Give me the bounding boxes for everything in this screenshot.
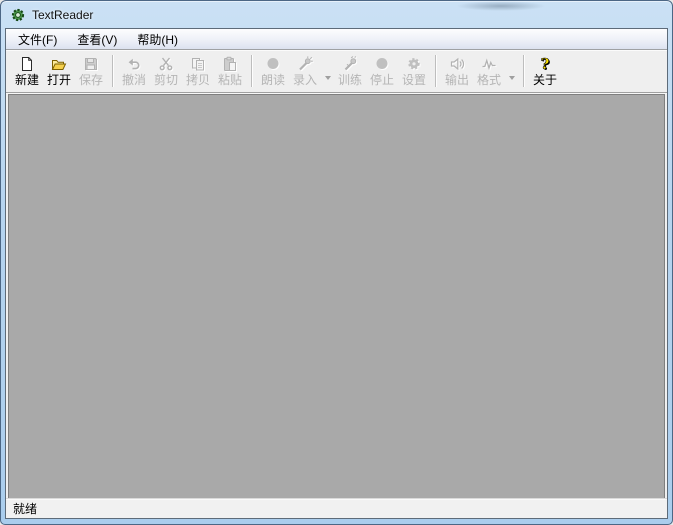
copy-pages-icon (190, 54, 206, 73)
toolbar-button-record: 录入 (289, 52, 321, 91)
toolbar-button-settings: 设置 (398, 52, 430, 91)
open-folder-icon (51, 54, 67, 73)
toolbar-separator (523, 55, 524, 87)
toolbar-button-undo: 撤消 (118, 52, 150, 91)
toolbar-button-label: 输出 (444, 73, 469, 87)
read-circle-icon (265, 54, 281, 73)
toolbar-button-label: 训练 (337, 73, 362, 87)
toolbar-button-label: 设置 (401, 73, 426, 87)
toolbar-button-label: 粘贴 (217, 73, 242, 87)
toolbar-button-label: 保存 (78, 73, 103, 87)
statusbar: 就绪 (6, 498, 667, 518)
toolbar-button-about[interactable]: ?? 关于 (529, 52, 561, 91)
toolbar-dropdown-record-dropdown (321, 52, 334, 91)
new-document-icon (19, 54, 35, 73)
toolbar-button-label: 朗读 (260, 73, 285, 87)
chevron-down-icon (324, 76, 331, 80)
toolbar-button-new[interactable]: 新建 (11, 52, 43, 91)
window-title: TextReader (32, 7, 94, 22)
toolbar-button-open[interactable]: 打开 (43, 52, 75, 91)
toolbar-button-train: 训练 (334, 52, 366, 91)
toolbar-button-label: 新建 (14, 73, 39, 87)
toolbar-button-cut: 剪切 (150, 52, 182, 91)
toolbar-button-label: 拷贝 (185, 73, 210, 87)
paste-clipboard-icon (222, 54, 238, 73)
train-mic-icon (342, 54, 358, 73)
save-floppy-icon (83, 54, 99, 73)
about-question-icon: ?? (537, 54, 553, 73)
menu-item-view[interactable]: 查看(V) (71, 29, 123, 50)
toolbar-separator (435, 55, 436, 87)
toolbar: 新建 打开 保存 撤消 剪切 拷贝 粘贴 朗读 录入 训练 停止 设置 输出 格式?? 关于 (6, 50, 667, 93)
toolbar-button-label: 关于 (532, 73, 557, 87)
client-area (8, 94, 665, 498)
toolbar-button-label: 停止 (369, 73, 394, 87)
toolbar-button-label: 录入 (292, 73, 317, 87)
undo-arrow-icon (126, 54, 142, 73)
toolbar-button-label: 撤消 (121, 73, 146, 87)
chevron-down-icon (508, 76, 515, 80)
toolbar-separator (112, 55, 113, 87)
status-text: 就绪 (13, 502, 38, 516)
menubar: 文件(F) 查看(V) 帮助(H) (6, 29, 667, 50)
audio-output-speaker-icon (449, 54, 465, 73)
toolbar-button-label: 格式 (476, 73, 501, 87)
app-window: TextReader 文件(F) 查看(V) 帮助(H) 新建 打开 保存 撤消 剪切 拷贝粘… (0, 0, 673, 525)
toolbar-button-save: 保存 (75, 52, 107, 91)
toolbar-separator (251, 55, 252, 87)
toolbar-button-output: 输出 (441, 52, 473, 91)
toolbar-button-format: 格式 (473, 52, 505, 91)
toolbar-button-read-aloud: 朗读 (257, 52, 289, 91)
toolbar-button-copy: 拷贝 (182, 52, 214, 91)
titlebar[interactable]: TextReader (1, 1, 672, 28)
format-waveform-icon (481, 54, 497, 73)
cut-scissors-icon (158, 54, 174, 73)
toolbar-button-label: 打开 (46, 73, 71, 87)
toolbar-dropdown-format-dropdown (505, 52, 518, 91)
menu-item-help[interactable]: 帮助(H) (131, 29, 184, 50)
toolbar-button-paste: 粘贴 (214, 52, 246, 91)
menu-item-file[interactable]: 文件(F) (12, 29, 63, 50)
titlebar-glass-reflection (456, 1, 546, 11)
window-content: 文件(F) 查看(V) 帮助(H) 新建 打开 保存 撤消 剪切 拷贝 粘贴 朗读 录入 训练 停止 设置… (5, 28, 668, 519)
app-gear-icon[interactable] (10, 7, 26, 23)
settings-gear-icon (406, 54, 422, 73)
toolbar-button-label: 剪切 (153, 73, 178, 87)
stop-circle-icon (374, 54, 390, 73)
toolbar-button-stop: 停止 (366, 52, 398, 91)
record-mic-icon (297, 54, 313, 73)
svg-text:?: ? (541, 56, 550, 72)
